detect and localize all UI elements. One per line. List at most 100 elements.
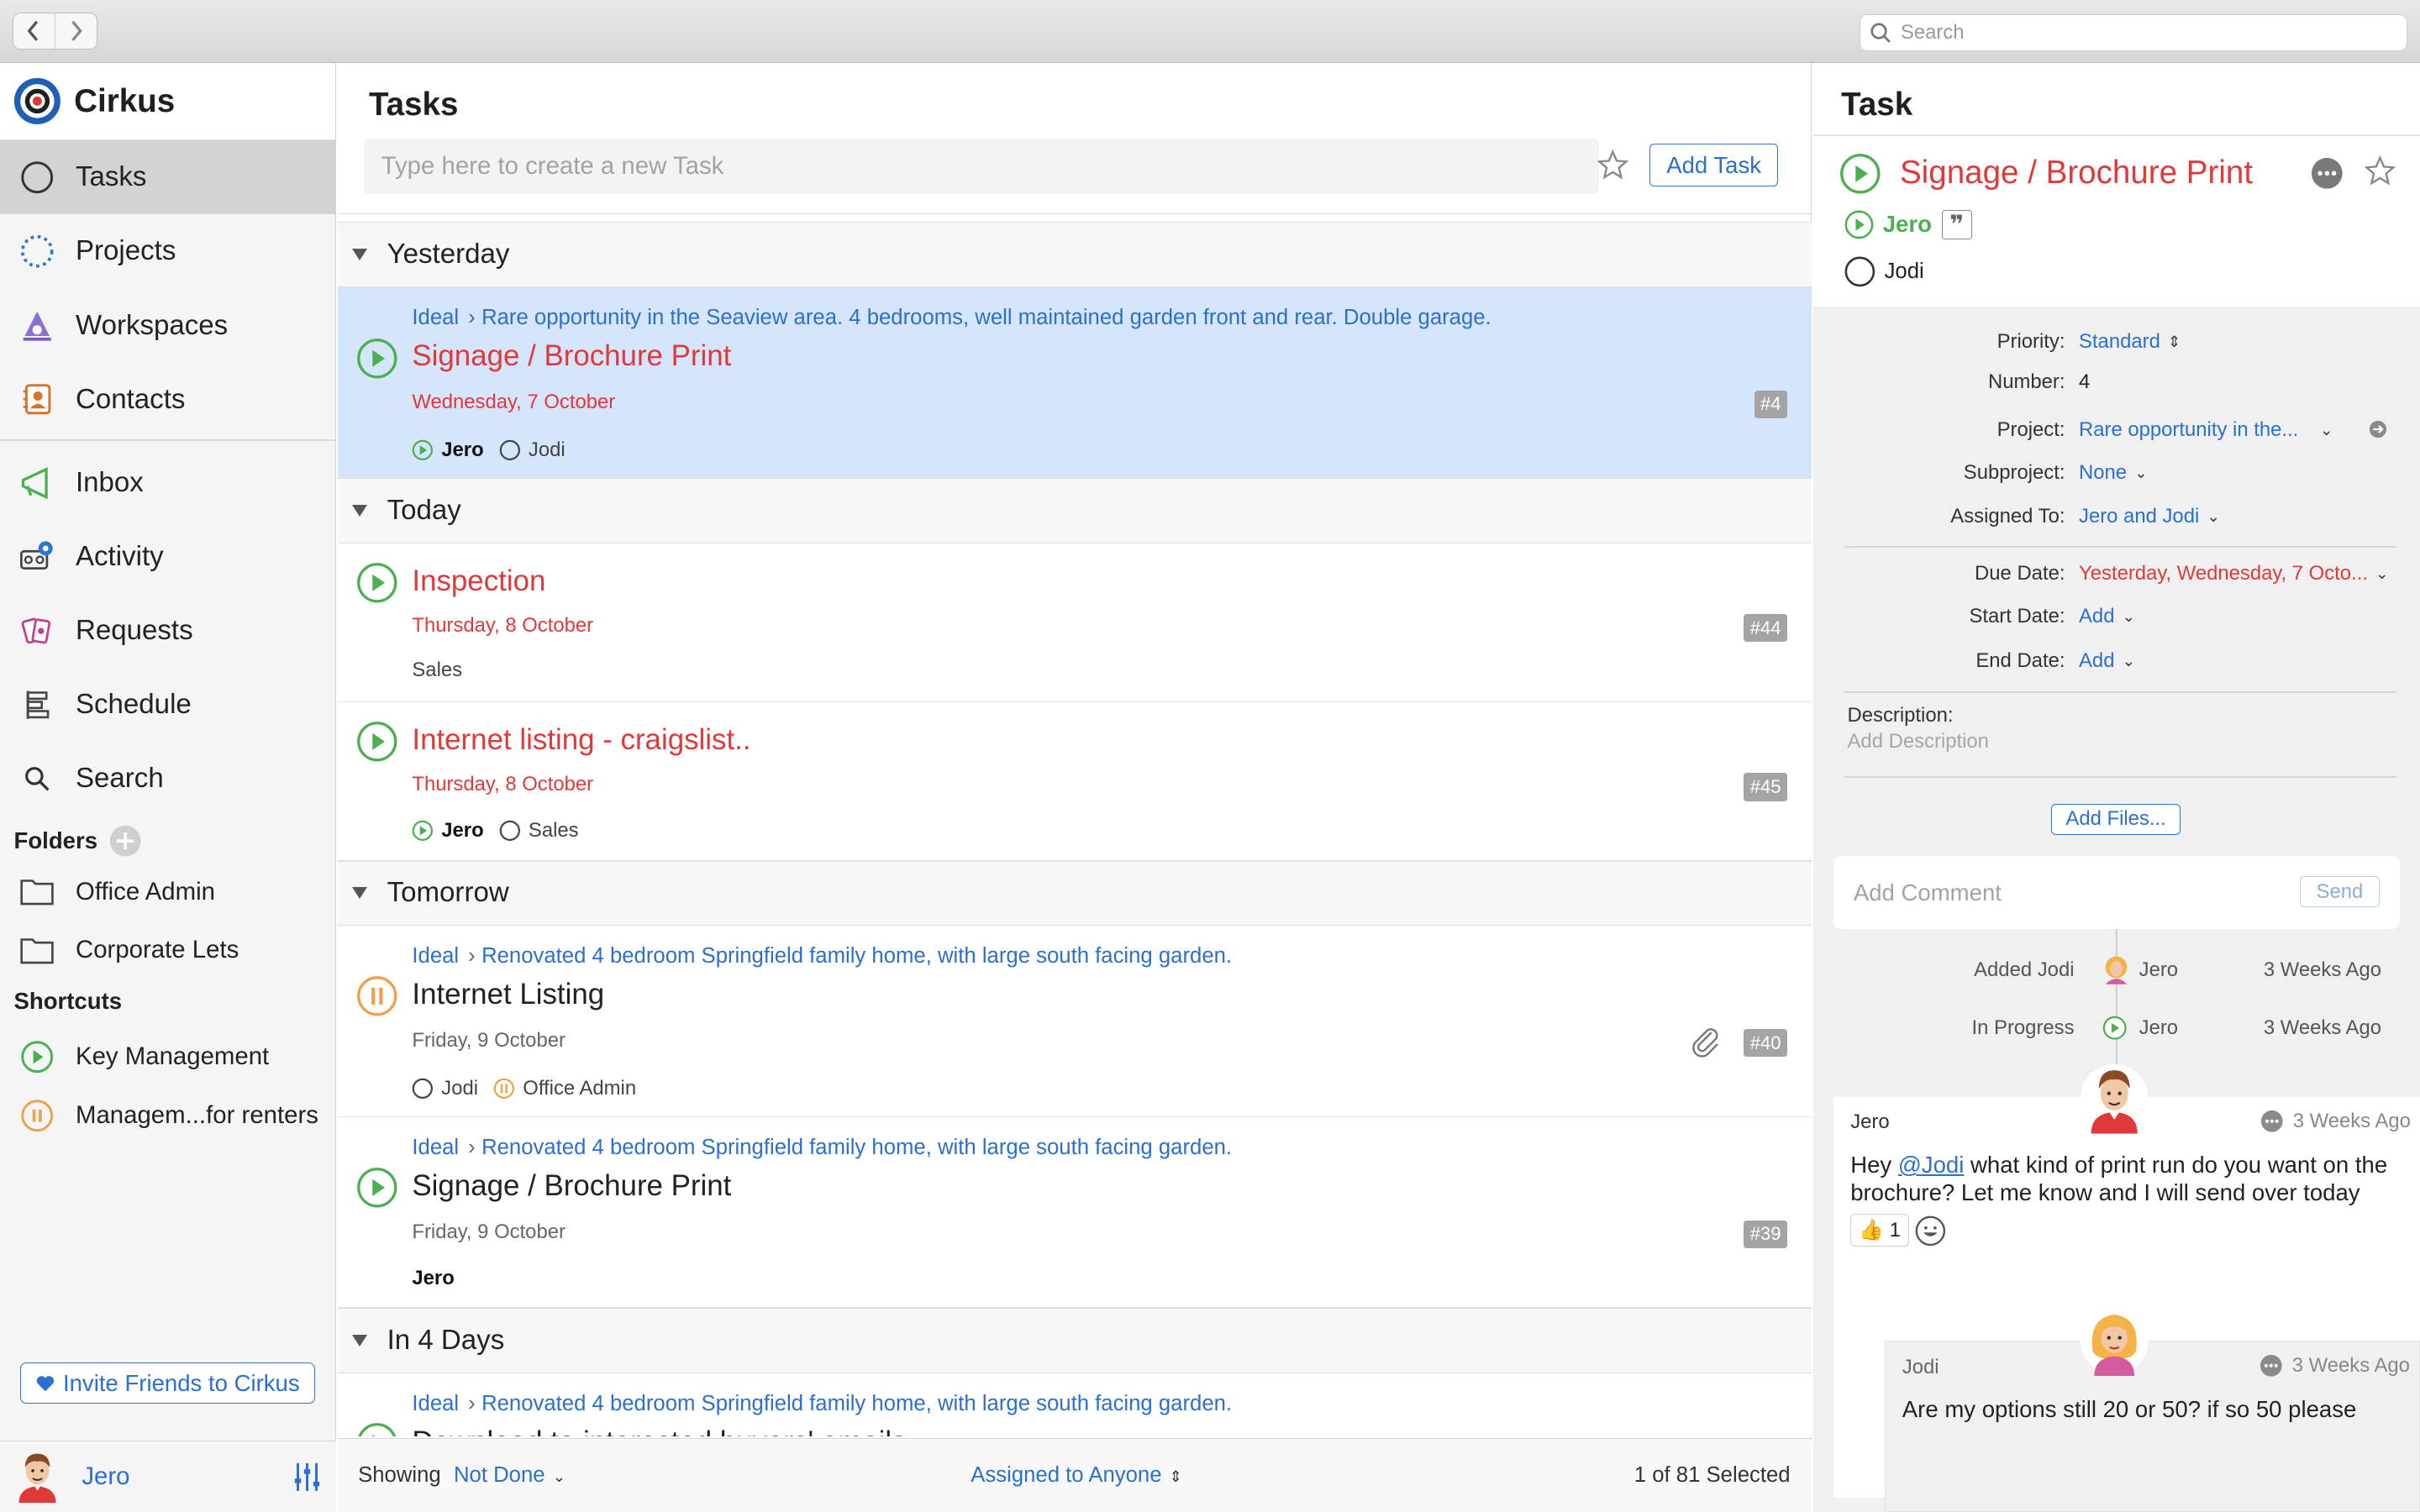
mention-link[interactable]: @Jodi [1898,1152,1965,1178]
star-icon[interactable] [1597,150,1628,181]
folder-item-corporate-lets[interactable]: Corporate Lets [0,921,335,979]
play-circle-icon[interactable] [356,1167,398,1209]
project-link[interactable]: Renovated 4 bedroom Springfield family h… [481,944,1232,968]
shortcut-item-management-renters[interactable]: Managem...for renters [0,1086,335,1145]
forward-button[interactable] [55,13,97,49]
add-reaction-icon[interactable] [1915,1215,1946,1247]
subproject-dropdown[interactable]: None ⌄ [2079,461,2148,485]
task-assignees: Jero Sales [412,819,594,843]
play-circle-icon[interactable] [356,562,398,604]
group-label: Tomorrow [387,877,509,909]
task-row[interactable]: Ideal › Renovated 4 bedroom Springfield fa… [338,1116,1812,1309]
folder-item-office-admin[interactable]: Office Admin [0,863,335,921]
project-dropdown[interactable]: Rare opportunity in the... ⌄ [2079,418,2333,442]
task-breadcrumb: Ideal › Rare opportunity in the Seaview ar… [412,305,1491,329]
field-label: End Date: [1975,649,2065,673]
play-circle-icon[interactable] [1839,153,1881,195]
chevron-down-icon: ⌄ [2122,606,2136,625]
more-options-icon[interactable] [2311,157,2344,190]
task-row[interactable]: Internet listing - craigslist.. Thursday… [338,701,1812,861]
pause-circle-icon[interactable] [356,975,398,1017]
comment-card: Jodi 3 Weeks Ago Are my options still 20… [1884,1341,2420,1512]
detail-task-title[interactable]: Signage / Brochure Print [1900,155,2253,192]
project-link[interactable]: Renovated 4 bedroom Springfield family h… [481,1136,1232,1159]
go-arrow-icon[interactable] [2369,420,2387,438]
send-button[interactable]: Send [2299,876,2381,907]
assignee-filter-dropdown[interactable]: Assigned to Anyone ⇕ [971,1463,1182,1488]
play-circle-icon[interactable] [356,721,398,763]
detail-participant[interactable]: Jodi [1844,256,1924,287]
app-brand: Cirkus [0,63,336,141]
star-icon[interactable] [2364,155,2396,186]
field-label: Assigned To: [1950,504,2065,528]
task-number-badge: #45 [1744,773,1787,801]
play-circle-icon [1844,210,1874,239]
comment-input[interactable]: Add Comment [1854,879,2002,906]
chevron-down-icon: ⌄ [2375,564,2389,582]
project-link[interactable]: Renovated 4 bedroom Springfield family h… [481,1392,1232,1415]
workspace-link[interactable]: Ideal [412,1392,459,1415]
quote-icon[interactable]: ❞ [1941,209,1973,239]
workspace-link[interactable]: Ideal [412,1136,459,1159]
settings-sliders-icon[interactable] [293,1462,321,1493]
new-task-input[interactable]: Type here to create a new Task [364,139,1599,195]
assigned-dropdown[interactable]: Jero and Jodi ⌄ [2079,505,2220,528]
sidebar-item-label: Schedule [75,689,192,721]
nav-buttons [12,12,97,50]
field-label: Start Date: [1969,604,2065,627]
activity-label: In Progress [1971,1016,2075,1040]
due-date-dropdown[interactable]: Yesterday, Wednesday, 7 Octo... ⌄ [2079,562,2389,585]
divider [1844,690,2397,693]
avatar[interactable] [14,1451,60,1504]
global-search-input[interactable]: Search [1860,13,2408,51]
thumbs-up-reaction[interactable]: 👍 1 [1850,1214,1909,1247]
sidebar-item-tasks[interactable]: Tasks [0,140,336,215]
back-button[interactable] [13,13,55,49]
add-files-button[interactable]: Add Files... [2050,803,2181,835]
workspace-link[interactable]: Ideal [412,306,459,329]
project-link[interactable]: Rare opportunity in the Seaview area. 4 … [481,306,1491,329]
end-date-dropdown[interactable]: Add ⌄ [2079,649,2135,673]
user-name[interactable]: Jero [82,1462,129,1491]
assignee-name: Jodi [441,1076,479,1100]
status-filter-dropdown[interactable]: Not Done ⌄ [454,1463,566,1488]
more-options-icon[interactable] [2260,1110,2284,1133]
paperclip-icon[interactable] [1690,1025,1723,1058]
sidebar-item-workspaces[interactable]: Workspaces [0,288,335,362]
play-circle-icon[interactable] [356,338,398,380]
start-date-dropdown[interactable]: Add ⌄ [2079,605,2135,628]
add-folder-icon[interactable] [108,824,142,858]
priority-dropdown[interactable]: Standard ⇕ [2079,330,2181,354]
group-header-yesterday[interactable]: Yesterday [338,222,1812,287]
workspace-link[interactable]: Ideal [412,944,459,968]
sidebar-item-search[interactable]: Search [0,742,335,816]
sidebar-item-inbox[interactable]: Inbox [0,446,335,520]
task-row[interactable]: Ideal › Renovated 4 bedroom Springfield fa… [338,1373,1812,1436]
task-row[interactable]: Ideal › Rare opportunity in the Seaview ar… [338,286,1812,479]
add-task-button[interactable]: Add Task [1649,143,1778,187]
sidebar-item-contacts[interactable]: Contacts [0,363,335,437]
sidebar-item-activity[interactable]: Activity [0,520,335,594]
sidebar-item-schedule[interactable]: Schedule [0,668,335,742]
description-input[interactable]: Add Description [1848,730,1989,753]
more-options-icon[interactable] [2260,1354,2283,1378]
chevron-down-icon: ⌄ [2122,652,2136,670]
detail-owner[interactable]: Jero [1844,210,1932,239]
sidebar-divider [0,439,336,442]
assignee-name: Jero [412,1266,455,1289]
page-title: Tasks [368,86,459,123]
play-circle-icon[interactable] [356,1422,398,1436]
task-row[interactable]: Ideal › Renovated 4 bedroom Springfield fa… [338,925,1812,1117]
circle-icon [18,159,55,196]
task-number-badge: #39 [1744,1220,1787,1249]
dotted-circle-icon [18,233,55,270]
sidebar-item-requests[interactable]: Requests [0,594,335,668]
sidebar-item-projects[interactable]: Projects [0,214,335,288]
group-header-today[interactable]: Today [338,478,1812,543]
invite-friends-button[interactable]: Invite Friends to Cirkus [19,1362,315,1404]
shortcut-item-key-management[interactable]: Key Management [0,1027,335,1086]
task-detail-header: Task Signage / Brochure Print Jero ❞ Jod… [1813,63,2420,309]
group-header-in-4-days[interactable]: In 4 Days [338,1308,1812,1373]
group-header-tomorrow[interactable]: Tomorrow [338,860,1812,926]
task-row[interactable]: Inspection Thursday, 8 October Sales #44 [338,543,1812,702]
